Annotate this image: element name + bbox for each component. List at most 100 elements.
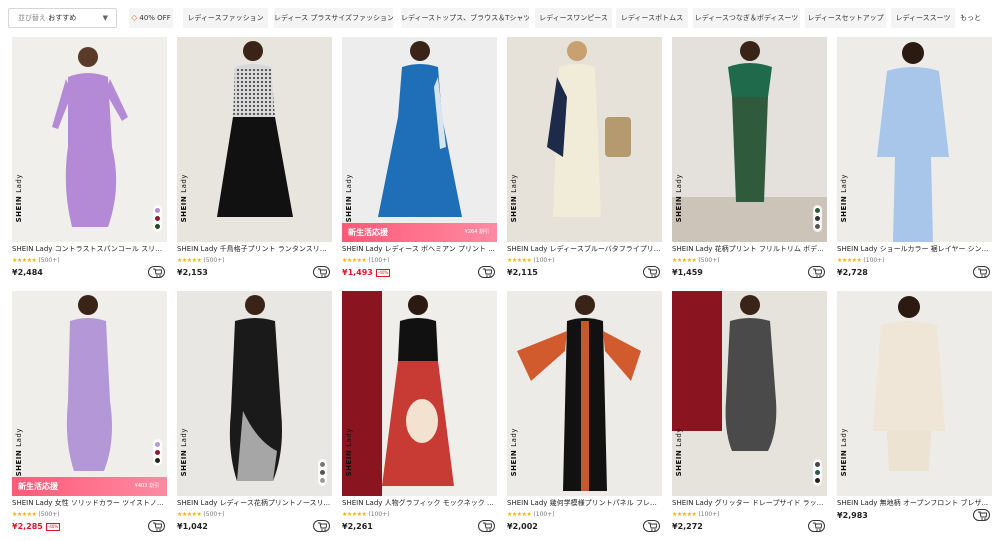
model-figure: [837, 291, 992, 496]
color-swatches[interactable]: [813, 459, 822, 486]
product-image[interactable]: SHEIN Lady: [672, 291, 827, 496]
sort-label: 並び替え: [18, 14, 46, 22]
color-swatches[interactable]: [318, 459, 327, 486]
model-figure: [507, 37, 662, 242]
product-card[interactable]: SHEIN Lady SHEIN Lady 無地柄 オープンフロント ブレザ..…: [837, 291, 992, 541]
filter-chip-bottoms[interactable]: レディースボトムス: [616, 8, 688, 28]
product-card[interactable]: SHEIN Lady SHEIN Lady レディースブルーバタフライプリ...…: [507, 37, 662, 287]
add-to-cart-button[interactable]: [973, 266, 990, 278]
discount-badge: -40%: [45, 522, 61, 531]
product-card[interactable]: SHEIN Lady 新生活応援 ¥403 割引 SHEIN Lady 女性 ソリ…: [12, 291, 167, 541]
product-title[interactable]: SHEIN Lady 無地柄 オープンフロント ブレザ...: [837, 498, 992, 509]
product-price: ¥2,272: [672, 522, 703, 531]
filter-chip-plus-size[interactable]: レディース プラスサイズファッション: [274, 8, 393, 28]
product-image[interactable]: SHEIN Lady 新生活応援 ¥264 割引: [342, 37, 497, 242]
swatch[interactable]: [814, 223, 821, 230]
product-title[interactable]: SHEIN Lady 千鳥格子プリント ランタンスリー...: [177, 244, 332, 255]
product-card[interactable]: SHEIN Lady 新生活応援 ¥264 割引 SHEIN Lady レディース…: [342, 37, 497, 287]
filter-chip-40-off[interactable]: ◇ 40% OFF: [129, 8, 173, 28]
product-card[interactable]: SHEIN Lady SHEIN Lady ショールカラー 裾レイヤー シン..…: [837, 37, 992, 287]
add-to-cart-button[interactable]: [478, 520, 495, 532]
product-image[interactable]: SHEIN Lady: [342, 291, 497, 496]
sort-dropdown[interactable]: 並び替え おすすめ ▼: [8, 8, 117, 28]
color-swatches[interactable]: [153, 205, 162, 232]
product-image[interactable]: SHEIN Lady: [837, 291, 992, 496]
filter-more-link[interactable]: もっと: [960, 8, 981, 28]
product-image[interactable]: SHEIN Lady 新生活応援 ¥403 割引: [12, 291, 167, 496]
product-card[interactable]: SHEIN Lady SHEIN Lady 幾何学模様プリントパネル フレア..…: [507, 291, 662, 541]
product-price: ¥2,261: [342, 522, 373, 531]
sort-value: おすすめ: [48, 14, 77, 22]
add-to-cart-button[interactable]: [148, 520, 165, 532]
tag-icon: ◇: [131, 13, 138, 22]
product-title[interactable]: SHEIN Lady グリッター ドレープサイド ラッ...: [672, 498, 827, 509]
cart-icon: [318, 522, 327, 531]
swatch[interactable]: [154, 215, 161, 222]
product-title[interactable]: SHEIN Lady コントラストスパンコール スリー...: [12, 244, 167, 255]
swatch[interactable]: [154, 449, 161, 456]
swatch[interactable]: [814, 477, 821, 484]
add-to-cart-button[interactable]: [808, 520, 825, 532]
filter-chip-suits[interactable]: レディーススーツ: [891, 8, 955, 28]
swatch[interactable]: [814, 215, 821, 222]
product-image[interactable]: SHEIN Lady: [507, 37, 662, 242]
brand-watermark: SHEIN Lady: [510, 173, 518, 222]
product-image[interactable]: SHEIN Lady: [672, 37, 827, 242]
product-card[interactable]: SHEIN Lady SHEIN Lady コントラストスパンコール スリー..…: [12, 37, 167, 287]
chevron-down-icon: ▼: [102, 14, 108, 22]
add-to-cart-button[interactable]: [478, 266, 495, 278]
product-card[interactable]: SHEIN Lady SHEIN Lady レディース花柄プリントノースリ...…: [177, 291, 332, 541]
product-image[interactable]: SHEIN Lady: [177, 37, 332, 242]
product-image[interactable]: SHEIN Lady: [12, 37, 167, 242]
product-title[interactable]: SHEIN Lady 幾何学模様プリントパネル フレア...: [507, 498, 662, 509]
product-price: ¥2,115: [507, 268, 538, 277]
swatch[interactable]: [814, 461, 821, 468]
product-image[interactable]: SHEIN Lady: [177, 291, 332, 496]
add-to-cart-button[interactable]: [313, 266, 330, 278]
product-card[interactable]: SHEIN Lady SHEIN Lady 人物グラフィック モックネック ..…: [342, 291, 497, 541]
add-to-cart-button[interactable]: [643, 266, 660, 278]
swatch[interactable]: [154, 223, 161, 230]
product-price: ¥2,153: [177, 268, 208, 277]
filter-chip-dresses[interactable]: レディースワンピース: [535, 8, 612, 28]
add-to-cart-button[interactable]: [808, 266, 825, 278]
swatch[interactable]: [154, 457, 161, 464]
product-card[interactable]: SHEIN Lady SHEIN Lady 花柄プリント フリルトリム ボデ..…: [672, 37, 827, 287]
swatch[interactable]: [319, 469, 326, 476]
product-rating: ★★★★★ (100+): [672, 511, 720, 518]
cart-icon: [648, 522, 657, 531]
product-card[interactable]: SHEIN Lady SHEIN Lady 千鳥格子プリント ランタンスリー..…: [177, 37, 332, 287]
model-figure: [342, 37, 497, 242]
add-to-cart-button[interactable]: [313, 520, 330, 532]
product-card[interactable]: SHEIN Lady SHEIN Lady グリッター ドレープサイド ラッ..…: [672, 291, 827, 541]
product-title[interactable]: SHEIN Lady 女性 ソリッドカラー ツイストノ...: [12, 498, 167, 509]
color-swatches[interactable]: [153, 439, 162, 466]
filter-chip-tops[interactable]: レディーストップス、ブラウス＆Tシャツ: [401, 8, 529, 28]
product-image[interactable]: SHEIN Lady: [507, 291, 662, 496]
product-title[interactable]: SHEIN Lady ショールカラー 裾レイヤー シン...: [837, 244, 992, 255]
product-title[interactable]: SHEIN Lady レディースブルーバタフライプリ...: [507, 244, 662, 255]
add-to-cart-button[interactable]: [643, 520, 660, 532]
product-rating: ★★★★★ (500+): [177, 511, 225, 518]
swatch[interactable]: [319, 477, 326, 484]
product-rating: ★★★★★ (100+): [342, 511, 390, 518]
filter-chip-jumpsuits[interactable]: レディースつなぎ＆ボディスーツ: [693, 8, 800, 28]
product-title[interactable]: SHEIN Lady 人物グラフィック モックネック ...: [342, 498, 497, 509]
swatch[interactable]: [319, 461, 326, 468]
product-rating: ★★★★★ (500+): [672, 257, 720, 264]
swatch[interactable]: [154, 207, 161, 214]
swatch[interactable]: [814, 207, 821, 214]
product-title[interactable]: SHEIN Lady レディース花柄プリントノースリ...: [177, 498, 332, 509]
add-to-cart-button[interactable]: [148, 266, 165, 278]
swatch[interactable]: [154, 441, 161, 448]
model-figure: [177, 37, 332, 242]
swatch[interactable]: [814, 469, 821, 476]
product-title[interactable]: SHEIN Lady レディース ボヘミアン プリント ...: [342, 244, 497, 255]
product-image[interactable]: SHEIN Lady: [837, 37, 992, 242]
filter-chip-fashion[interactable]: レディースファッション: [183, 8, 268, 28]
model-figure: [12, 37, 167, 242]
color-swatches[interactable]: [813, 205, 822, 232]
add-to-cart-button[interactable]: [973, 509, 990, 521]
filter-chip-setups[interactable]: レディースセットアップ: [805, 8, 886, 28]
product-title[interactable]: SHEIN Lady 花柄プリント フリルトリム ボデ...: [672, 244, 827, 255]
